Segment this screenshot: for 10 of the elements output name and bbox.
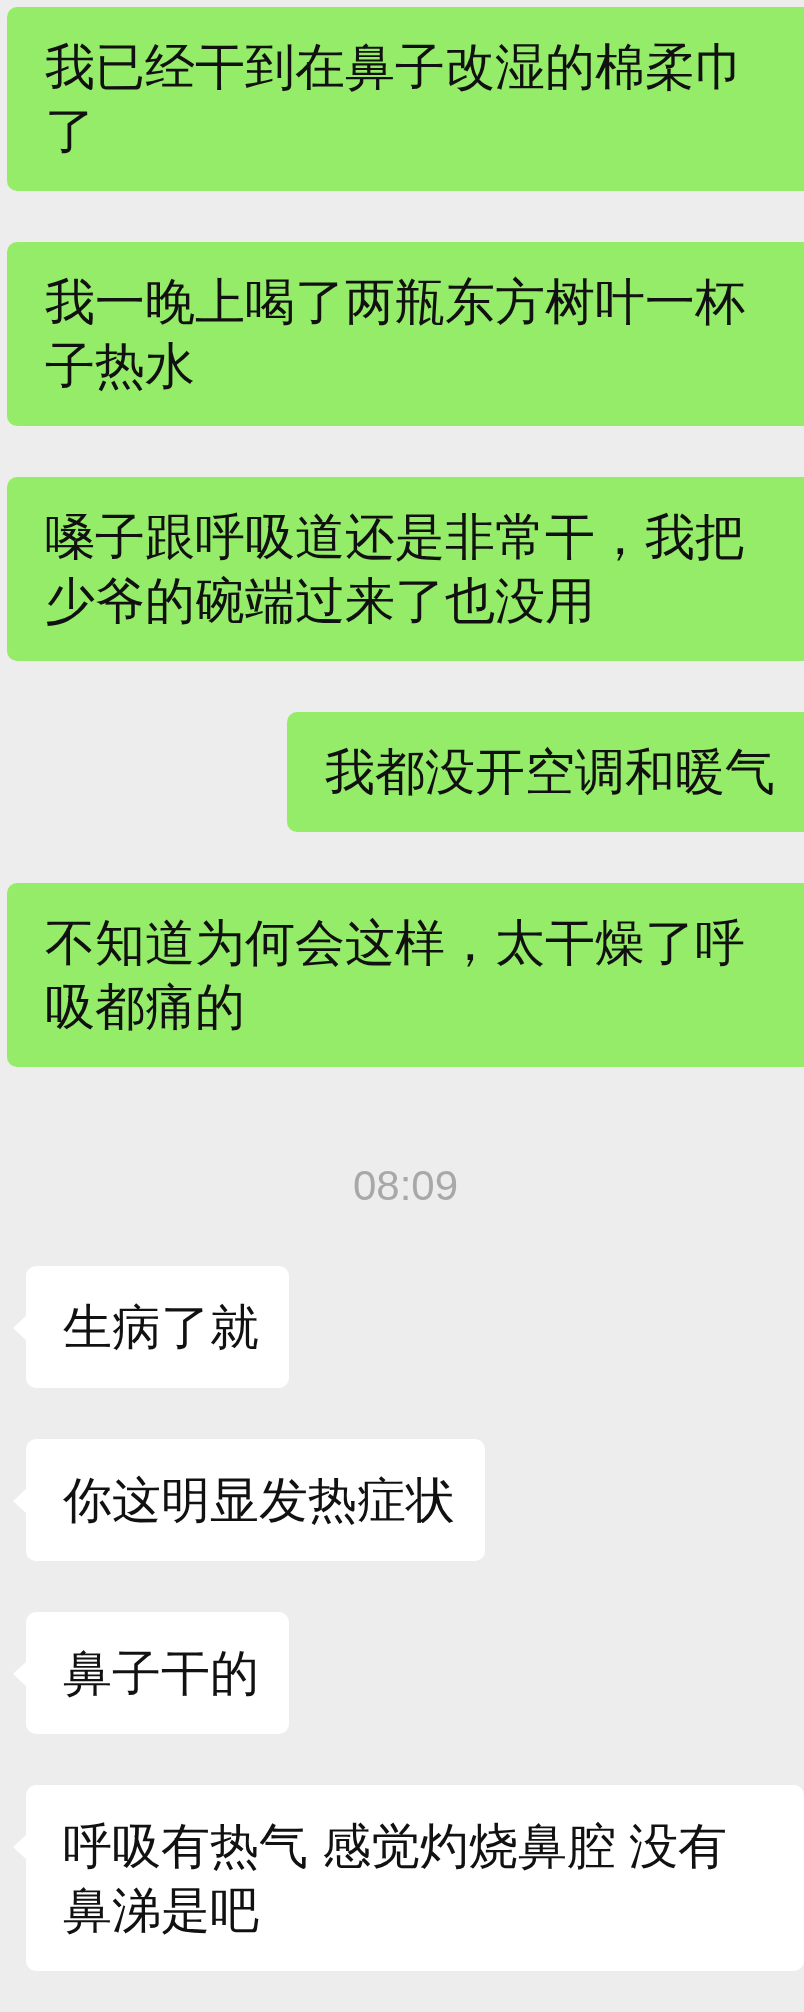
sent-message-bubble: 我已经干到在鼻子改湿的棉柔巾了: [7, 7, 804, 191]
timestamp: 08:09: [352, 1161, 459, 1211]
sent-message-bubble: 我一晚上喝了两瓶东方树叶一杯子热水: [7, 242, 804, 426]
received-message-bubble: 生病了就: [26, 1266, 289, 1388]
received-message-bubble: 你这明显发热症状: [26, 1439, 485, 1561]
sent-message-bubble: 我都没开空调和暖气: [287, 712, 804, 832]
sent-message-bubble: 不知道为何会这样，太干燥了呼吸都痛的: [7, 883, 804, 1067]
received-message-bubble: 呼吸有热气 感觉灼烧鼻腔 没有鼻涕是吧: [26, 1785, 804, 1971]
received-message-bubble: 鼻子干的: [26, 1612, 289, 1734]
sent-message-bubble: 嗓子跟呼吸道还是非常干，我把少爷的碗端过来了也没用: [7, 477, 804, 661]
